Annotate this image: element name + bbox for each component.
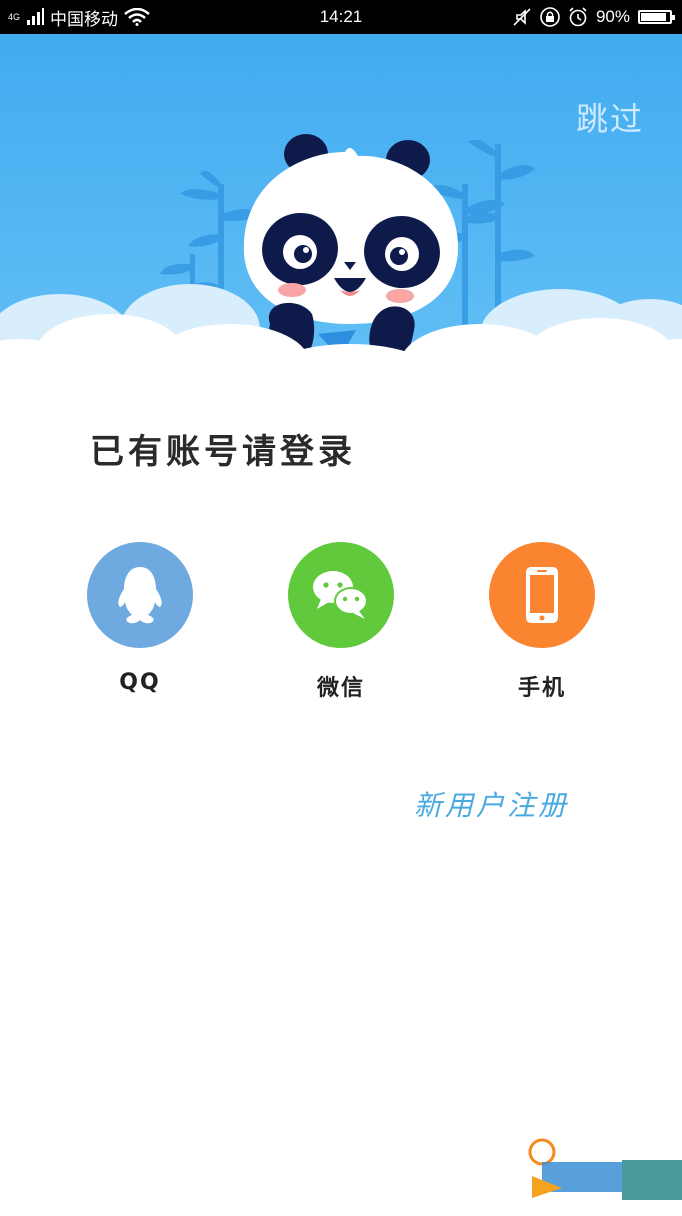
status-right: 90% — [512, 0, 675, 34]
wechat-login-label: 微信 — [316, 676, 365, 701]
register-link[interactable]: 新用户注册 — [414, 784, 569, 824]
watermark-logo — [512, 1132, 682, 1212]
wechat-login-circle[interactable] — [288, 542, 394, 648]
phone-login-button[interactable]: 手机 — [472, 542, 612, 702]
alarm-icon — [569, 7, 587, 27]
phone-login-circle[interactable] — [489, 542, 595, 648]
wechat-icon — [313, 571, 368, 619]
status-bar: 4G 中国移动 14:21 90% — [0, 0, 682, 34]
header-banner: 跳过 — [0, 34, 682, 404]
phone-login-label: 手机 — [517, 676, 566, 701]
phone-icon — [526, 567, 558, 623]
qq-login-label: QQ — [119, 670, 161, 695]
clock: 14:21 — [319, 7, 363, 26]
qq-icon — [118, 567, 162, 624]
skip-button[interactable]: 跳过 — [576, 94, 644, 140]
qq-login-circle[interactable] — [87, 542, 193, 648]
mute-icon — [513, 8, 531, 26]
login-title: 已有账号请登录 — [90, 432, 356, 472]
battery-level — [641, 13, 666, 21]
lock-icon — [540, 7, 560, 27]
wechat-login-button[interactable]: 微信 — [271, 542, 411, 702]
qq-login-button[interactable]: QQ — [70, 542, 210, 695]
battery-icon — [638, 10, 675, 24]
watermark-graphic — [528, 1138, 682, 1200]
battery-percent: 90% — [595, 7, 630, 26]
banner-illustration — [0, 34, 682, 404]
